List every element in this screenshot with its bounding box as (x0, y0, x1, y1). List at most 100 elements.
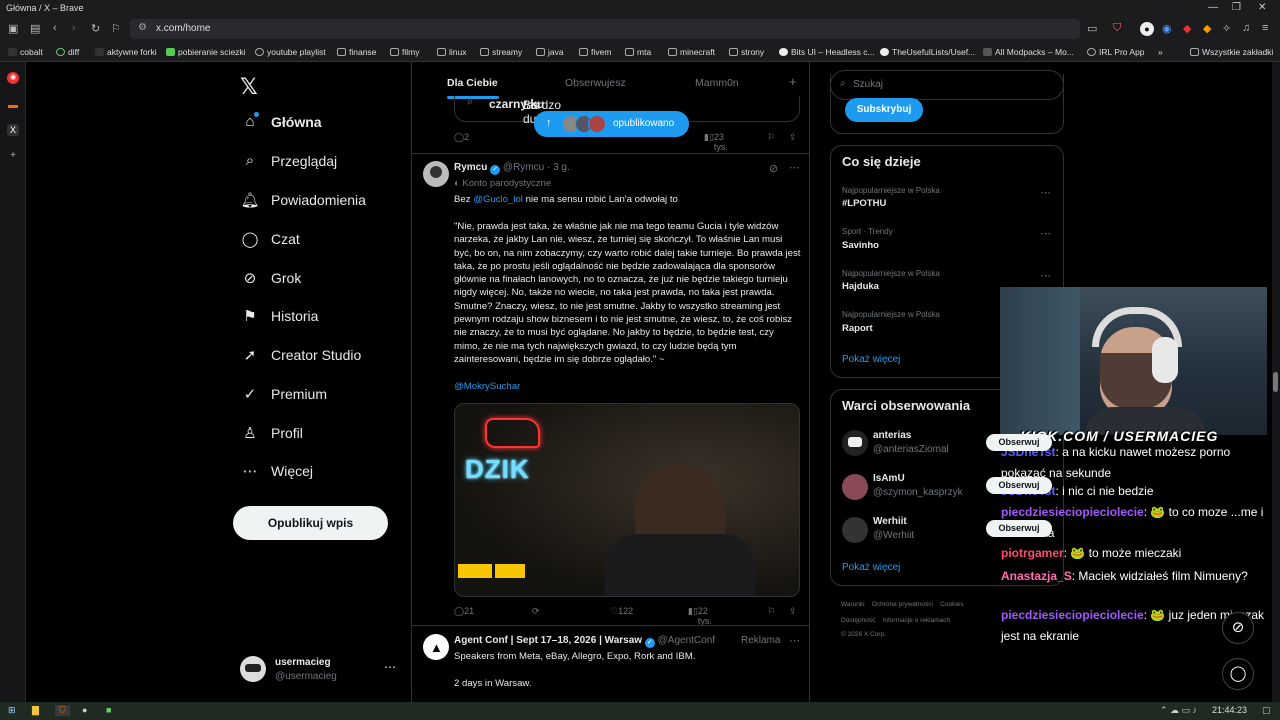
extension-icon[interactable]: ◉ (1162, 22, 1172, 35)
trend-item[interactable]: Raport (842, 323, 873, 334)
more-icon[interactable]: ⋯ (384, 660, 396, 674)
trend-item[interactable]: #LPOTHU (842, 198, 886, 209)
show-more-link[interactable]: Pokaż więcej (842, 354, 900, 365)
tab-mamm0n[interactable]: Mamm0n (695, 77, 739, 89)
views-button[interactable]: ▮▯ 22 tys. (688, 606, 712, 626)
brave-news-icon[interactable]: ◉ (7, 72, 19, 84)
x-sidebar-icon[interactable]: X (7, 124, 19, 136)
share-icon[interactable]: ⇪ (789, 606, 797, 617)
follow-button[interactable]: Obserwuj (986, 520, 1052, 537)
more-icon[interactable]: ⋯ (1040, 269, 1051, 282)
follow-name[interactable]: Werhiit (873, 516, 907, 527)
tab-following[interactable]: Obserwujesz (565, 77, 626, 89)
brave-shield-icon[interactable]: ⛉ (1113, 22, 1121, 35)
avatar[interactable] (842, 474, 868, 500)
post-button[interactable]: Opublikuj wpis (233, 506, 388, 540)
subscribe-button[interactable]: Subskrybuj (845, 98, 923, 122)
mention-link[interactable]: @Guclo_lol (473, 194, 523, 205)
avatar[interactable]: ▲ (423, 634, 449, 660)
bookmark-folder[interactable]: finanse (337, 47, 376, 57)
x-logo-icon[interactable]: 𝕏 (240, 74, 258, 100)
add-tab-button[interactable]: + (789, 74, 797, 89)
bookmark-item[interactable]: youtube playlist (255, 47, 326, 57)
post-media[interactable]: DZIK (454, 403, 800, 597)
share-icon[interactable]: ⇪ (789, 132, 797, 143)
bookmark-folder[interactable]: fivem (579, 47, 611, 57)
author-handle[interactable]: @AgentConf (658, 635, 715, 646)
follow-name[interactable]: IsAmU (873, 473, 905, 484)
footer-link[interactable]: Cookies (940, 601, 963, 608)
close-icon[interactable]: ✕ (1258, 2, 1266, 13)
avatar[interactable] (842, 430, 868, 456)
author-handle[interactable]: @Rymcu · 3 g. (503, 162, 570, 173)
bookmark-folder[interactable]: linux (437, 47, 466, 57)
app-icon[interactable]: ■ (106, 705, 111, 715)
chat-fab-icon[interactable]: ◯ (1222, 658, 1254, 690)
app-icon[interactable]: ● (82, 705, 87, 715)
mention-link[interactable]: @MokrySuchar (454, 380, 520, 393)
media-icon[interactable]: ♫ (1242, 22, 1250, 34)
trend-item[interactable]: Hajduka (842, 281, 879, 292)
bookmark-item[interactable]: TheUsefulLists/Usef... (880, 47, 975, 57)
bookmarks-overflow-button[interactable]: » (1158, 47, 1163, 57)
bookmark-item[interactable]: Bits UI – Headless c... (779, 47, 875, 57)
extensions-icon[interactable]: ✧ (1222, 22, 1231, 35)
grok-icon[interactable]: ⊘ (769, 162, 778, 175)
start-icon[interactable]: ⊞ (8, 705, 16, 716)
more-icon[interactable]: ⋯ (789, 634, 800, 647)
menu-icon[interactable]: ≡ (1262, 22, 1268, 34)
add-panel-icon[interactable]: + (7, 150, 19, 162)
like-button[interactable]: ♡ 122 (610, 606, 633, 617)
bookmark-folder[interactable]: filmy (390, 47, 419, 57)
footer-link[interactable]: Dostępność (841, 617, 875, 624)
maximize-icon[interactable]: ❐ (1232, 2, 1241, 13)
author-name[interactable]: Agent Conf | Sept 17–18, 2026 | Warsaw (454, 635, 642, 646)
footer-link[interactable]: Ochrona prywatności (872, 601, 933, 608)
avatar[interactable] (423, 161, 449, 187)
show-more-link[interactable]: Pokaż więcej (842, 562, 900, 573)
follow-button[interactable]: Obserwuj (986, 477, 1052, 494)
bookmark-icon[interactable]: ⚐ (767, 132, 775, 143)
tabs-icon[interactable]: ▤ (30, 22, 40, 35)
bookmark-item[interactable]: diff (56, 47, 79, 57)
more-icon[interactable]: ⋯ (1040, 186, 1051, 199)
extension-icon[interactable]: ● (1140, 22, 1154, 36)
author-name[interactable]: Rymcu (454, 162, 487, 173)
back-icon[interactable]: ‹ (53, 22, 57, 34)
extension-icon[interactable]: ◆ (1183, 22, 1191, 35)
brave-taskbar-icon[interactable]: ⛉ (55, 705, 70, 716)
bookmark-item[interactable]: pobieranie sciezki (166, 47, 246, 57)
reload-icon[interactable]: ↻ (91, 22, 100, 35)
reply-button[interactable]: ◯ 21 (454, 606, 474, 617)
bookmark-item[interactable]: All Modpacks – Mo... (983, 47, 1074, 57)
more-icon[interactable]: ⋯ (789, 161, 800, 174)
footer-link[interactable]: Informacje o reklamach (883, 617, 951, 624)
bookmark-item[interactable]: aktywne forki (95, 47, 157, 57)
address-bar[interactable]: ⚙ x.com/home (130, 19, 1080, 39)
bookmark-icon[interactable]: ⚐ (767, 606, 775, 617)
grok-fab-icon[interactable]: ⊘ (1222, 612, 1254, 644)
forward-icon[interactable]: › (72, 22, 76, 34)
brave-wallet-icon[interactable]: ▬ (7, 100, 19, 112)
tab-for-you[interactable]: Dla Ciebie (447, 77, 498, 89)
notifications-icon[interactable]: ▢ (1262, 705, 1271, 716)
bookmark-folder[interactable]: mta (625, 47, 651, 57)
bookmark-folder[interactable]: streamy (480, 47, 522, 57)
footer-link[interactable]: Warunki (841, 601, 865, 608)
bookmark-icon[interactable]: ⚐ (111, 22, 121, 35)
tray-icons[interactable]: ⌃ ☁ ▭ ♪ (1160, 705, 1197, 716)
site-info-icon[interactable]: ⚙ (138, 22, 147, 33)
extension-icon[interactable]: ◆ (1203, 22, 1211, 35)
explorer-icon[interactable]: ▇ (32, 705, 39, 716)
scrollbar-thumb[interactable] (1273, 372, 1278, 392)
trend-item[interactable]: Savinho (842, 240, 879, 251)
more-icon[interactable]: ⋯ (1040, 227, 1051, 240)
sidebar-toggle-icon[interactable]: ▣ (8, 22, 18, 35)
minimize-icon[interactable]: — (1208, 2, 1218, 13)
bookmark-item[interactable]: cobalt (8, 47, 43, 57)
account-switcher[interactable]: usermacieg @usermacieg ⋯ (240, 652, 400, 688)
cast-icon[interactable]: ▭ (1087, 22, 1097, 35)
bookmark-folder[interactable]: minecraft (668, 47, 715, 57)
bookmark-folder[interactable]: java (536, 47, 564, 57)
all-bookmarks-folder[interactable]: Wszystkie zakładki (1190, 47, 1273, 57)
